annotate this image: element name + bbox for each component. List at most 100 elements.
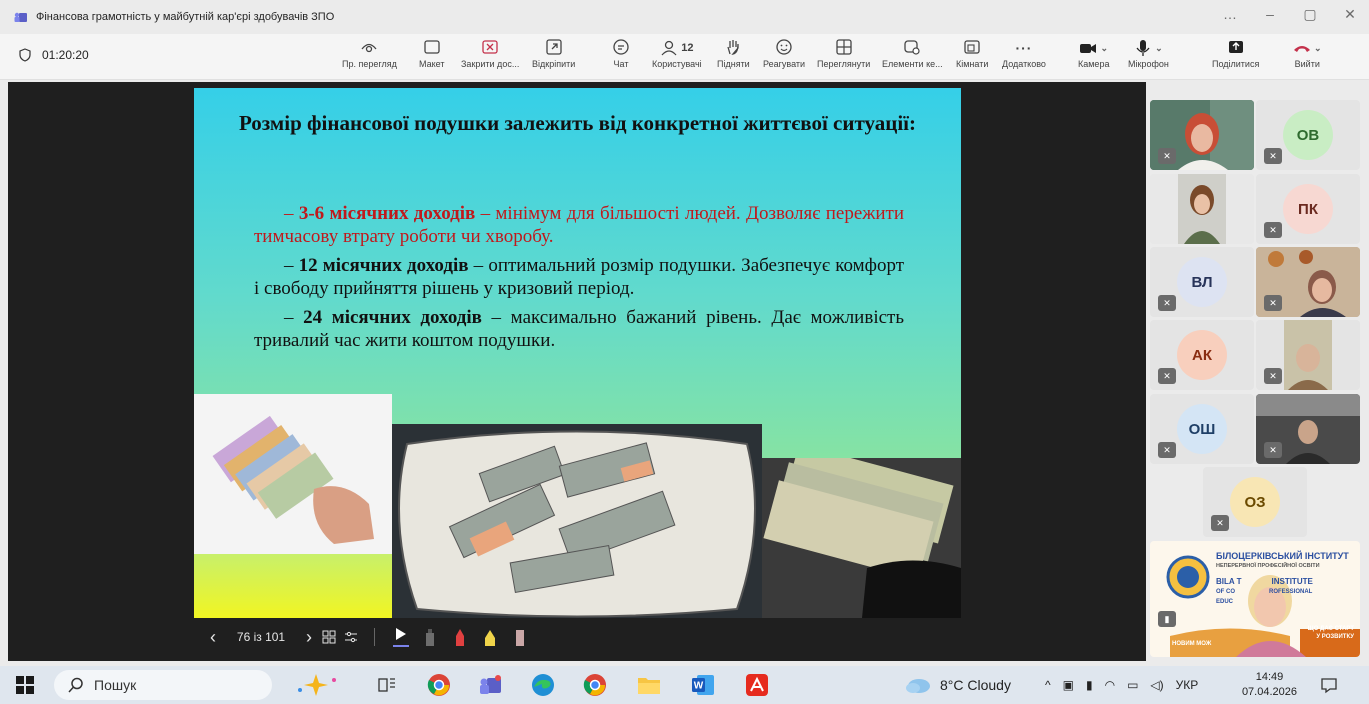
presenter-video-tile[interactable]: БІЛОЦЕРКІВСЬКИЙ ІНСТИТУТ НЕПЕРЕРВНОЇ ПРО… (1150, 541, 1360, 657)
institute-slogan-left: НОВИМ МОЖ (1172, 641, 1212, 647)
restore-button[interactable]: ▢ (1301, 6, 1319, 23)
close-share-button[interactable]: Закрити дос... (461, 38, 519, 69)
notifications-icon[interactable] (1316, 672, 1342, 698)
avatar: ОЗ (1230, 477, 1280, 527)
participant-tile[interactable]: ОШ ✕ (1150, 394, 1254, 464)
windows-start-icon[interactable] (16, 676, 34, 694)
unpin-button[interactable]: Відкріпити (532, 38, 575, 69)
grid-view-icon (836, 39, 852, 55)
microphone-icon (1136, 40, 1150, 56)
raise-hand-label: Підняти (717, 59, 750, 69)
teams-taskbar-icon[interactable] (478, 672, 504, 698)
language-indicator[interactable]: УКР (1176, 678, 1199, 692)
word-icon[interactable]: W (690, 672, 716, 698)
participant-video-tile[interactable]: ✕ (1256, 247, 1360, 317)
chat-icon (613, 39, 629, 55)
preview-button[interactable]: Пр. перегляд (342, 38, 397, 69)
battery-icon[interactable]: ▭ (1127, 678, 1138, 692)
minimize-button[interactable]: – (1261, 6, 1279, 23)
participant-video-tile[interactable] (1150, 174, 1254, 244)
microphone-tray-icon[interactable]: ▮ (1086, 678, 1093, 692)
participant-video-tile[interactable]: ✕ (1150, 100, 1254, 170)
participant-tile[interactable]: ПК ✕ (1256, 174, 1360, 244)
weather-text: 8°C Cloudy (940, 677, 1011, 693)
slide-item-3: – 24 місячних доходів – максимально бажа… (254, 307, 905, 351)
slide-item-1-bold: 3-6 місячних доходів (298, 203, 476, 224)
chevron-up-icon[interactable]: ^ (1045, 678, 1051, 692)
camera-chevron-icon[interactable]: ⌄ (1100, 43, 1108, 54)
volume-icon[interactable]: ◁) (1150, 678, 1163, 692)
camera-label: Камера (1078, 59, 1110, 69)
people-button[interactable]: 12 Користувачі (652, 38, 702, 69)
slide-counter: 76 із 101 (236, 630, 286, 644)
highlighter-icon[interactable] (475, 628, 505, 646)
weather-widget[interactable]: 8°C Cloudy (904, 666, 1011, 704)
svg-text:W: W (694, 681, 704, 692)
timer-text: 01:20:20 (42, 48, 89, 62)
mic-off-icon: ✕ (1264, 368, 1282, 384)
clock-time: 14:49 (1255, 671, 1284, 683)
mic-off-icon: ✕ (1264, 295, 1282, 311)
mic-button[interactable]: ⌄ Мікрофон (1128, 38, 1169, 69)
participant-video-tile[interactable]: ✕ (1256, 394, 1360, 464)
participant-tile[interactable]: ОВ ✕ (1256, 100, 1360, 170)
pillow-of-cash-image (392, 424, 762, 618)
mic-off-icon: ✕ (1158, 442, 1176, 458)
rooms-button[interactable]: Кімнати (956, 38, 988, 69)
mic-off-icon: ✕ (1264, 442, 1282, 458)
participant-tile[interactable]: АК ✕ (1150, 320, 1254, 390)
pen-tool-icon[interactable] (415, 628, 445, 646)
mic-chevron-icon[interactable]: ⌄ (1155, 43, 1163, 54)
audio-level-icon: ▮ (1158, 611, 1176, 627)
prev-slide-button[interactable]: ‹ (204, 627, 222, 648)
slide-item-2: – 12 місячних доходів – оптимальний розм… (254, 255, 905, 299)
edge-icon[interactable] (530, 672, 556, 698)
wifi-icon[interactable]: ◠ (1105, 678, 1115, 692)
hang-up-icon (1294, 46, 1310, 52)
participant-tile[interactable]: ОЗ ✕ (1203, 467, 1307, 537)
leave-chevron-icon[interactable]: ⌄ (1314, 43, 1322, 54)
people-count: 12 (681, 42, 694, 54)
slide-controls: ‹ 76 із 101 › (204, 620, 604, 654)
view-button[interactable]: Переглянути (817, 38, 870, 69)
chrome-profile-icon[interactable] (582, 672, 608, 698)
meet-now-icon[interactable]: ▣ (1063, 678, 1074, 692)
teams-logo-icon (14, 10, 28, 24)
taskbar-search-box[interactable]: Пошук (54, 670, 272, 700)
layout-button[interactable]: Макет (419, 38, 444, 69)
copilot-sparkle-icon[interactable] (286, 672, 346, 698)
mic-off-icon: ✕ (1264, 222, 1282, 238)
chat-button[interactable]: Чат (612, 38, 630, 69)
react-button[interactable]: Реагувати (763, 38, 805, 69)
search-icon (68, 677, 83, 693)
grid-slides-icon[interactable] (318, 630, 340, 644)
settings-sliders-icon[interactable] (340, 630, 362, 644)
red-pen-icon[interactable] (445, 628, 475, 646)
pointer-tool-icon[interactable] (387, 627, 415, 647)
avatar: ПК (1283, 184, 1333, 234)
controls-divider (374, 628, 375, 646)
camera-button[interactable]: ⌄ Камера (1078, 38, 1110, 70)
next-slide-button[interactable]: › (300, 627, 318, 648)
chrome-icon[interactable] (426, 672, 452, 698)
raise-hand-button[interactable]: Підняти (717, 38, 750, 69)
rooms-label: Кімнати (956, 59, 989, 69)
cloud-icon (906, 679, 930, 693)
clock-date: 07.04.2026 (1241, 686, 1297, 698)
apps-button[interactable]: Елементи ке... (882, 38, 943, 69)
leave-button[interactable]: ⌄ Вийти (1293, 38, 1322, 69)
participant-video-tile[interactable]: ✕ (1256, 320, 1360, 390)
more-options-icon[interactable]: … (1221, 6, 1239, 23)
participant-tile[interactable]: ВЛ ✕ (1150, 247, 1254, 317)
file-explorer-icon[interactable] (636, 672, 662, 698)
mic-off-icon: ✕ (1158, 295, 1176, 311)
share-button[interactable]: Поділитися (1212, 38, 1259, 69)
ellipsis-icon: ··· (1015, 40, 1033, 56)
close-window-button[interactable]: ✕ (1341, 6, 1359, 23)
eraser-icon[interactable] (505, 628, 535, 646)
task-view-icon[interactable] (374, 672, 400, 698)
acrobat-icon[interactable] (744, 672, 770, 698)
slide-title: Розмір фінансової подушки залежить від к… (238, 111, 916, 135)
more-button[interactable]: ··· Додатково (1002, 38, 1046, 69)
taskbar-clock[interactable]: 14:49 07.04.2026 (1242, 670, 1297, 700)
